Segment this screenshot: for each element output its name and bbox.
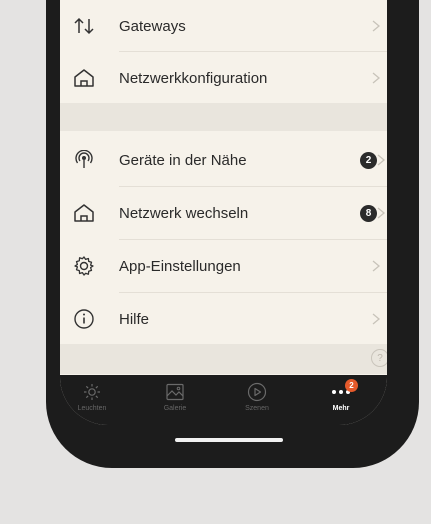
tab-leuchten[interactable]: Leuchten <box>62 381 122 421</box>
chevron-right-icon <box>372 260 381 272</box>
menu-item-gateways[interactable]: Gateways <box>60 0 387 52</box>
notification-badge: 2 <box>345 379 358 392</box>
app-screen: Gateways Netzwerkkonfiguration Geräte in… <box>60 0 387 425</box>
count-badge: 2 <box>360 151 377 169</box>
broadcast-icon <box>72 148 96 172</box>
menu-item-switch-network[interactable]: Netzwerk wechseln 8 <box>60 187 387 239</box>
tab-szenen[interactable]: Szenen <box>227 381 287 421</box>
chevron-right-icon <box>372 72 381 84</box>
tab-label: Szenen <box>245 405 269 412</box>
menu-item-nearby-devices[interactable]: Geräte in der Nähe 2 <box>60 134 387 186</box>
home-icon <box>72 201 96 225</box>
chevron-right-icon <box>372 313 381 325</box>
home-indicator <box>175 438 283 442</box>
sun-icon <box>62 381 122 403</box>
section-spacer <box>60 103 387 131</box>
tab-mehr[interactable]: 2 Mehr <box>311 379 371 421</box>
count-badge: 8 <box>360 204 377 222</box>
menu-item-network-config[interactable]: Netzwerkkonfiguration <box>60 52 387 104</box>
gear-icon <box>72 254 96 278</box>
play-circle-icon <box>227 381 287 403</box>
menu-label: Netzwerk wechseln <box>119 204 249 222</box>
more-dots-icon <box>311 381 371 403</box>
section-spacer <box>60 344 387 374</box>
chevron-right-icon <box>377 154 386 166</box>
help-button[interactable]: ? <box>371 349 387 367</box>
tab-bar: Leuchten Galerie Szenen 2 Mehr <box>60 375 387 425</box>
tab-galerie[interactable]: Galerie <box>145 381 205 421</box>
info-icon <box>72 307 96 331</box>
tab-label: Galerie <box>163 405 187 412</box>
tab-label: Mehr <box>332 405 350 412</box>
chevron-right-icon <box>377 207 386 219</box>
home-icon <box>72 66 96 90</box>
menu-label: Hilfe <box>119 310 150 328</box>
menu-item-help[interactable]: Hilfe <box>60 293 387 345</box>
chevron-right-icon <box>372 20 381 32</box>
arrows-updown-icon <box>72 14 96 38</box>
gallery-icon <box>145 381 205 403</box>
menu-label: App-Einstellungen <box>119 257 241 275</box>
menu-label: Geräte in der Nähe <box>119 151 247 169</box>
tab-label: Leuchten <box>77 405 107 412</box>
menu-item-app-settings[interactable]: App-Einstellungen <box>60 240 387 292</box>
menu-label: Netzwerkkonfiguration <box>119 69 268 87</box>
menu-label: Gateways <box>119 17 186 35</box>
